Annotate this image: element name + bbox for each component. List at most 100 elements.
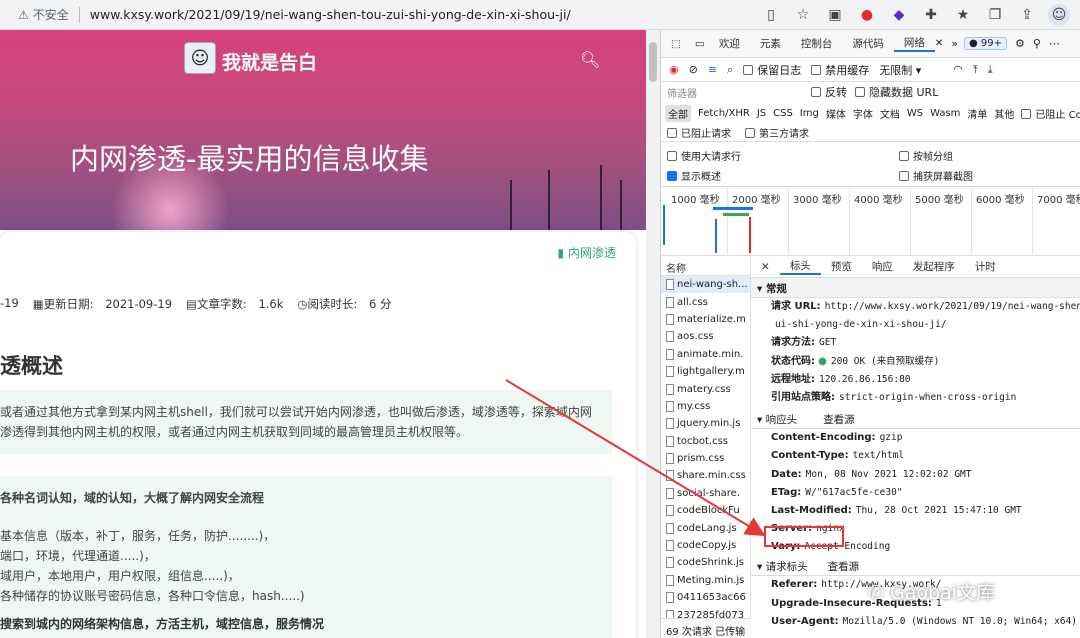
checkbox[interactable] — [899, 170, 909, 181]
type-css[interactable]: CSS — [773, 108, 793, 119]
favorite-add-icon[interactable]: ☆ — [792, 4, 814, 26]
type-wasm[interactable]: Wasm — [930, 108, 960, 119]
header-value[interactable]: text/html — [853, 450, 904, 461]
search-icon[interactable]: ⌕ — [727, 63, 733, 77]
type-js[interactable]: JS — [757, 108, 766, 119]
type-img[interactable]: Img — [800, 108, 819, 119]
request-row[interactable]: codeLang.js — [661, 519, 750, 536]
request-row[interactable]: nei-wang-sh... — [661, 276, 750, 294]
network-overview[interactable]: 1000 毫秒 2000 毫秒 3000 毫秒 4000 毫秒 5000 毫秒 … — [661, 186, 1080, 257]
header-value[interactable]: W/"617ac5fe-ce30" — [805, 487, 902, 498]
request-row[interactable]: materialize.m — [661, 311, 750, 328]
big-rows-checkbox[interactable]: 使用大请求行 — [667, 148, 899, 163]
type-media[interactable]: 媒体 — [826, 106, 846, 121]
site-logo[interactable]: ☺ — [184, 42, 216, 74]
puzzle-icon[interactable]: ✚ — [920, 4, 942, 26]
checkbox[interactable] — [855, 87, 865, 97]
request-row[interactable]: aos.css — [661, 328, 750, 345]
tab-headers[interactable]: 标头 — [779, 258, 821, 275]
device-toggle-icon[interactable]: ▭ — [691, 38, 709, 50]
type-font[interactable]: 字体 — [853, 106, 873, 121]
request-row[interactable]: codeShrink.js — [661, 554, 750, 571]
hide-data-url-checkbox[interactable]: 隐藏数据 URL — [855, 84, 938, 100]
request-row[interactable]: tocbot.css — [661, 433, 750, 450]
issues-badge[interactable]: ● 99+ — [963, 37, 1007, 50]
capture-screenshots-checkbox[interactable]: 捕获屏幕截图 — [899, 168, 973, 183]
tab-preview[interactable]: 预览 — [821, 259, 862, 274]
checkbox[interactable] — [745, 128, 755, 138]
page-scrollbar[interactable] — [646, 30, 660, 638]
checkbox[interactable] — [811, 87, 821, 97]
request-row[interactable]: share.min.css — [661, 467, 750, 484]
checkbox[interactable] — [667, 128, 677, 138]
view-source-link[interactable]: 查看源 — [823, 414, 855, 426]
export-icon[interactable]: ⤓ — [988, 63, 993, 77]
collections-icon[interactable]: ❐ — [984, 4, 1006, 26]
type-manifest[interactable]: 清单 — [967, 106, 987, 121]
close-tab-icon[interactable]: ✕ — [935, 38, 943, 49]
search-icon[interactable]: 🔍︎ — [580, 50, 600, 69]
extension-icon[interactable]: ▣ — [824, 4, 846, 26]
request-row[interactable]: Meting.min.js — [661, 572, 750, 589]
extension-badge-icon[interactable]: ◆ — [888, 4, 910, 26]
type-all[interactable]: 全部 — [665, 104, 691, 122]
general-section-header[interactable]: ▾ 常规 — [751, 278, 1080, 298]
filter-icon[interactable]: ≡ — [708, 63, 717, 76]
type-other[interactable]: 其他 — [994, 106, 1014, 121]
tab-elements[interactable]: 元素 — [750, 36, 791, 51]
tab-response[interactable]: 响应 — [862, 259, 903, 274]
third-party-checkbox[interactable]: 第三方请求 — [745, 125, 809, 140]
request-row[interactable]: my.css — [661, 398, 750, 415]
opera-icon[interactable]: ● — [856, 4, 878, 26]
request-row[interactable]: lightgallery.m — [661, 363, 750, 380]
request-row[interactable]: animate.min. — [661, 346, 750, 363]
tab-timing[interactable]: 计时 — [965, 259, 1006, 274]
header-value[interactable]: gzip — [880, 432, 903, 443]
request-row[interactable]: codeCopy.js — [661, 537, 750, 554]
favorites-icon[interactable]: ★ — [952, 4, 974, 26]
filter-input[interactable]: 筛选器 — [667, 85, 803, 100]
header-value[interactable]: 120.26.86.156:80 — [819, 374, 911, 385]
header-value[interactable]: 200 OK (来自预取缓存) — [831, 356, 939, 367]
tab-welcome[interactable]: 欢迎 — [709, 36, 750, 51]
site-name[interactable]: 我就是告白 — [222, 48, 317, 75]
request-row[interactable]: all.css — [661, 293, 750, 310]
header-value[interactable]: strict-origin-when-cross-origin — [839, 392, 1016, 403]
close-detail-icon[interactable]: ✕ — [751, 261, 780, 273]
checkbox[interactable] — [811, 64, 822, 75]
checkbox[interactable] — [667, 150, 677, 161]
view-source-link[interactable]: 查看源 — [828, 561, 860, 573]
checkbox[interactable] — [899, 150, 909, 161]
header-value[interactable]: Mon, 08 Nov 2021 12:02:02 GMT — [806, 469, 972, 480]
request-row[interactable]: matery.css — [661, 380, 750, 397]
share-icon[interactable]: ⇪ — [1016, 4, 1038, 26]
show-overview-checkbox[interactable]: 显示概述 — [667, 168, 899, 183]
scrollbar-thumb[interactable] — [649, 42, 657, 82]
type-fetch[interactable]: Fetch/XHR — [698, 108, 750, 119]
inspect-icon[interactable]: ⬚ — [661, 38, 691, 50]
more-options-icon[interactable]: ⋯ — [1049, 37, 1060, 50]
header-value[interactable]: http://www.kxsy.work/2021/09/19/nei-wang… — [825, 301, 1080, 312]
profile-avatar[interactable]: ☺ — [1048, 4, 1070, 26]
name-column-header[interactable]: 名称 — [661, 256, 750, 276]
type-ws[interactable]: WS — [907, 108, 923, 119]
throttle-select[interactable]: 无限制 ▾ — [879, 62, 943, 78]
header-value[interactable]: Thu, 28 Oct 2021 15:47:10 GMT — [856, 505, 1022, 516]
group-by-frame-checkbox[interactable]: 按帧分组 — [899, 148, 953, 163]
header-value[interactable]: ui-shi-yong-de-xin-xi-shou-ji/ — [775, 319, 947, 330]
security-indicator[interactable]: ⚠ 不安全 — [18, 6, 69, 23]
record-icon[interactable]: ◉ — [669, 63, 679, 76]
invert-checkbox[interactable]: 反转 — [811, 84, 847, 100]
preserve-log-checkbox[interactable]: 保留日志 — [743, 62, 801, 78]
tab-network[interactable]: 网络 — [893, 35, 935, 52]
header-value[interactable]: nginx — [816, 523, 845, 534]
blocked-requests-checkbox[interactable]: 已阻止请求 — [667, 125, 731, 140]
response-headers-header[interactable]: ▾ 响应头 查看源 — [751, 409, 1080, 430]
header-value[interactable]: GET — [819, 337, 836, 348]
checkbox[interactable] — [743, 64, 754, 75]
request-row[interactable]: jquery.min.js — [661, 415, 750, 432]
reader-mode-icon[interactable]: ▯ — [760, 4, 782, 26]
blocked-cookies-checkbox[interactable]: 已阻止 Co — [1021, 106, 1080, 121]
checkbox[interactable] — [1021, 108, 1032, 119]
request-row[interactable]: 0411653ac66 — [661, 589, 750, 606]
